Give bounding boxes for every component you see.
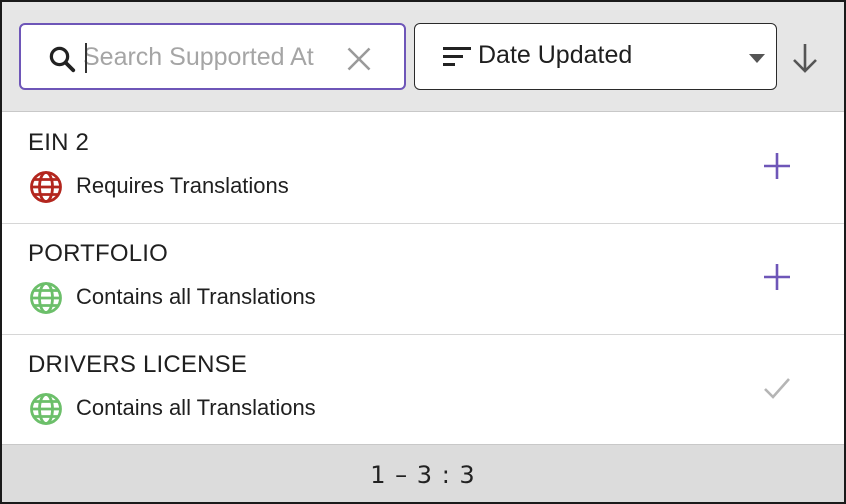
item-title: DRIVERS LICENSE [28,351,248,378]
text-cursor [85,43,87,73]
attribute-picker-panel: Date Updated EIN 2 Requires Translat [0,0,846,504]
translation-status: Requires Translations [76,173,289,198]
globe-icon [30,393,62,425]
globe-icon [30,282,62,314]
list-item[interactable]: EIN 2 Requires Translations [2,113,844,224]
check-icon [764,378,790,399]
pagination-footer: 1 – 3 : 3 [2,444,844,502]
sort-icon [443,47,471,66]
search-input[interactable] [83,39,333,75]
sort-direction-icon[interactable] [788,40,822,76]
clear-search-icon[interactable] [345,45,373,73]
pagination-count: 1 – 3 : 3 [370,461,476,489]
search-icon [49,46,76,73]
item-title: PORTFOLIO [28,240,169,267]
plus-icon[interactable] [762,262,792,292]
attribute-list: EIN 2 Requires Translations PORTFOLIO Co… [2,113,844,446]
dropdown-arrow-icon [749,54,765,63]
item-title: EIN 2 [28,129,90,156]
sort-select[interactable]: Date Updated [414,23,777,90]
globe-icon [30,171,62,203]
list-item[interactable]: PORTFOLIO Contains all Translations [2,224,844,335]
sort-label: Date Updated [478,41,633,69]
plus-icon[interactable] [762,151,792,181]
list-item[interactable]: DRIVERS LICENSE Contains all Translation… [2,335,844,446]
translation-status: Contains all Translations [76,284,316,309]
translation-status: Contains all Translations [76,395,316,420]
search-box[interactable] [19,23,406,90]
toolbar: Date Updated [2,2,844,112]
